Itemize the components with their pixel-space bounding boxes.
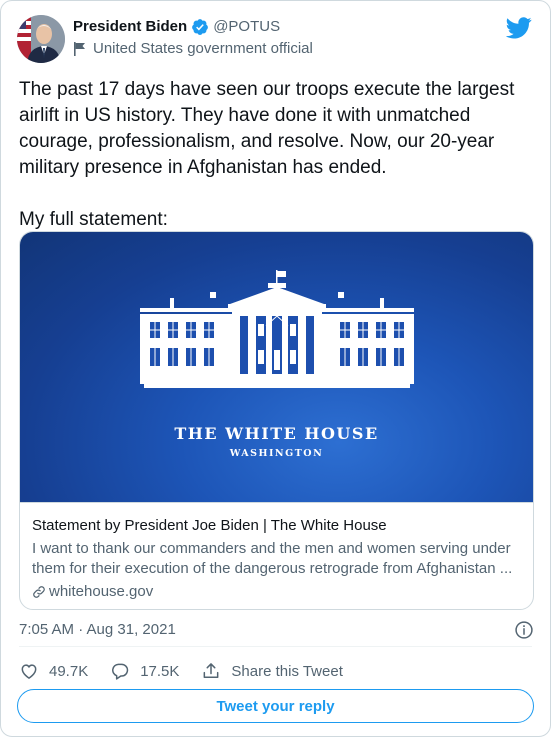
reply-bubble-icon: [112, 663, 129, 680]
share-label: Share this Tweet: [231, 662, 343, 680]
white-house-subtitle: WASHINGTON: [229, 448, 324, 459]
share-button[interactable]: Share this Tweet: [201, 661, 343, 681]
government-label-text: United States government official: [93, 40, 313, 57]
government-label: United States government official: [73, 39, 313, 59]
like-button[interactable]: 49.7K: [19, 661, 88, 681]
tweet-actions: 49.7K 17.5K Share this Tweet: [19, 661, 365, 681]
link-preview-image: THE WHITE HOUSE WASHINGTON: [20, 232, 533, 503]
tweet-meta: 7:05 AM · Aug 31, 2021: [19, 620, 534, 640]
tweet-paragraph: My full statement:: [19, 209, 168, 230]
author-handle[interactable]: @POTUS: [213, 17, 280, 37]
white-house-title: THE WHITE HOUSE: [174, 424, 379, 443]
twitter-bird-icon[interactable]: [505, 17, 532, 39]
tweet-your-reply-button[interactable]: Tweet your reply: [17, 689, 534, 723]
government-flag-icon: [73, 41, 87, 57]
link-preview-card[interactable]: THE WHITE HOUSE WASHINGTON Statement by …: [19, 231, 534, 610]
white-house-logo-icon: [140, 270, 414, 388]
link-domain-text: whitehouse.gov: [49, 583, 154, 600]
tweet-text: The past 17 days have seen our troops ex…: [19, 77, 539, 233]
avatar[interactable]: [17, 15, 65, 63]
link-preview-body: Statement by President Joe Biden | The W…: [20, 503, 533, 602]
author-name[interactable]: President Biden: [73, 17, 187, 37]
link-preview-description: I want to thank our commanders and the m…: [32, 540, 513, 577]
like-count: 49.7K: [49, 662, 89, 680]
tweet-paragraph: The past 17 days have seen our troops ex…: [19, 79, 515, 178]
share-icon: [203, 663, 219, 678]
link-icon: [32, 585, 46, 599]
link-preview-title[interactable]: Statement by President Joe Biden | The W…: [32, 516, 521, 536]
author-name-row: President Biden @POTUS: [73, 17, 280, 37]
link-preview-domain: whitehouse.gov: [32, 582, 521, 602]
reply-button[interactable]: 17.5K: [110, 661, 179, 681]
heart-icon: [21, 664, 37, 679]
reply-count: 17.5K: [140, 662, 180, 680]
divider: [19, 646, 532, 647]
verified-badge-icon: [191, 18, 209, 36]
tweet-timestamp[interactable]: 7:05 AM · Aug 31, 2021: [19, 621, 176, 638]
info-icon[interactable]: [514, 620, 534, 640]
tweet-card: President Biden @POTUS United States gov…: [0, 0, 551, 737]
